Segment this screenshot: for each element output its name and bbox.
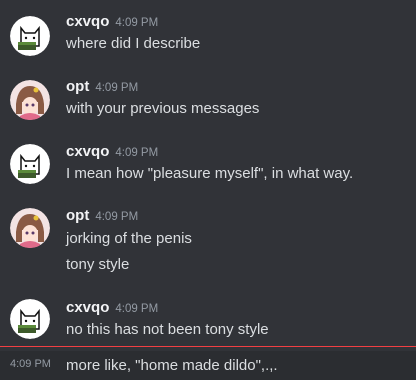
username[interactable]: cxvqo	[66, 299, 109, 316]
username[interactable]: cxvqo	[66, 143, 109, 160]
message-text: tony style	[66, 256, 130, 273]
username[interactable]: cxvqo	[66, 13, 109, 30]
message-text: jorking of the penis	[66, 230, 192, 247]
message-text: where did I describe	[66, 35, 201, 52]
cat-avatar[interactable]	[10, 16, 50, 56]
new-messages-divider	[0, 346, 416, 347]
timestamp[interactable]: 4:09 PM	[115, 303, 158, 315]
message-text: more like, "home made dildo",.,.	[66, 357, 278, 374]
username[interactable]: opt	[66, 207, 89, 224]
timestamp[interactable]: 4:09 PM	[115, 17, 158, 29]
username[interactable]: opt	[66, 78, 89, 95]
anime-girl-avatar[interactable]	[10, 208, 50, 248]
cat-avatar[interactable]	[10, 299, 50, 339]
cat-avatar[interactable]	[10, 144, 50, 184]
timestamp[interactable]: 4:09 PM	[115, 147, 158, 159]
hover-timestamp[interactable]: 4:09 PM	[10, 358, 51, 370]
message-text: no this has not been tony style	[66, 321, 269, 338]
anime-girl-avatar[interactable]	[10, 80, 50, 120]
timestamp[interactable]: 4:09 PM	[95, 82, 138, 94]
message-text: with your previous messages	[66, 100, 260, 117]
timestamp[interactable]: 4:09 PM	[95, 211, 138, 223]
message-text: I mean how "pleasure myself", in what wa…	[66, 165, 354, 182]
